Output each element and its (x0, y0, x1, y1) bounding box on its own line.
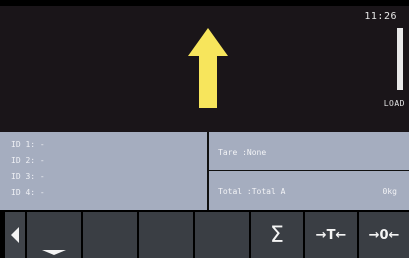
softkey-2[interactable] (83, 212, 137, 258)
zero-button[interactable]: →0← (359, 212, 409, 258)
softkey-3[interactable] (139, 212, 193, 258)
panel-divider-horizontal (209, 170, 409, 171)
load-label: LOAD (383, 99, 405, 108)
tare-button[interactable]: →T← (305, 212, 357, 258)
clock-text: 11:26 (364, 11, 397, 22)
panel-divider-vertical (207, 132, 209, 210)
down-button[interactable] (27, 212, 81, 258)
id-line-1: ID 1: - (11, 140, 45, 149)
softkey-4[interactable] (195, 212, 249, 258)
total-status: Total :Total A (218, 187, 286, 196)
id-line-3: ID 3: - (11, 172, 45, 181)
up-arrow-icon (188, 28, 228, 108)
id-line-2: ID 2: - (11, 156, 45, 165)
id-line-4: ID 4: - (11, 188, 45, 197)
prev-page-button[interactable] (5, 212, 25, 258)
tare-status: Tare :None (218, 148, 267, 157)
sum-button[interactable]: Σ (251, 212, 303, 258)
load-bar (397, 28, 403, 90)
scale-screen: 11:26 LOAD ID 1: - ID 2: - ID 3: - ID 4:… (0, 0, 409, 258)
down-caret-icon (42, 250, 66, 255)
left-triangle-icon (11, 227, 19, 243)
id-list: ID 1: - ID 2: - ID 3: - ID 4: - (5, 138, 208, 208)
total-weight: 0kg (382, 187, 397, 196)
